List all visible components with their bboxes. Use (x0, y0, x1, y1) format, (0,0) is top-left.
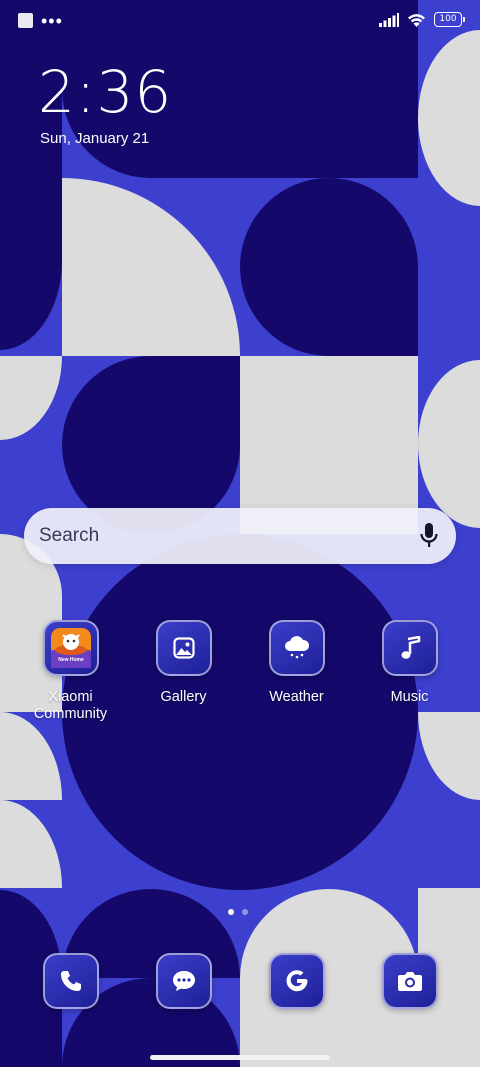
wifi-icon (408, 13, 425, 27)
search-placeholder: Search (39, 525, 100, 546)
page-dot (242, 909, 248, 915)
microphone-icon[interactable] (419, 522, 439, 550)
camera-icon (381, 953, 438, 1009)
status-right: 100 (379, 12, 465, 27)
battery-indicator: 100 (434, 12, 465, 27)
dock-messages[interactable] (127, 953, 240, 1009)
signal-icon (379, 12, 399, 27)
app-label: Music (390, 689, 429, 705)
status-bar: ••• 100 (0, 0, 480, 42)
app-label: Xiaomi Community (33, 689, 108, 722)
app-gallery[interactable]: Gallery (127, 620, 240, 706)
clock-time[interactable]: 2:36 (38, 58, 172, 126)
messages-icon (155, 953, 212, 1009)
dock-google[interactable] (240, 953, 353, 1009)
gallery-icon (155, 620, 212, 676)
status-left: ••• (18, 10, 63, 31)
app-weather[interactable]: Weather (240, 620, 353, 706)
page-dot-active (228, 909, 234, 915)
dock-camera[interactable] (353, 953, 466, 1009)
notification-app-icon (18, 13, 33, 28)
weather-icon (268, 620, 325, 676)
google-icon (268, 953, 325, 1009)
clock-date[interactable]: Sun, January 21 (40, 130, 149, 147)
xiaomi-icon-text: New Home (58, 657, 84, 663)
search-bar[interactable]: Search (24, 508, 456, 564)
phone-icon (42, 953, 99, 1009)
xiaomi-community-icon: New Home (42, 620, 99, 676)
music-icon (381, 620, 438, 676)
page-indicator (228, 909, 248, 915)
app-label: Weather (269, 689, 324, 705)
more-notifications-icon: ••• (41, 10, 63, 31)
dock-phone[interactable] (14, 953, 127, 1009)
app-xiaomi-community[interactable]: New Home Xiaomi Community (14, 620, 127, 723)
app-label: Gallery (160, 689, 207, 705)
home-gesture-bar[interactable] (150, 1055, 330, 1060)
app-music[interactable]: Music (353, 620, 466, 706)
